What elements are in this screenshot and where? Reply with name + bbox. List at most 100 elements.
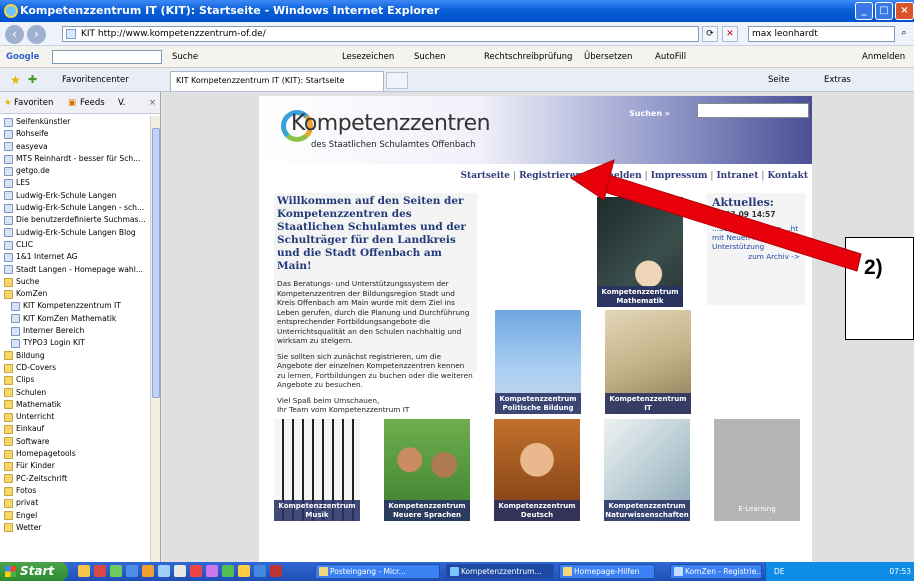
favorites-link[interactable]: LES <box>0 177 150 189</box>
quicklaunch-icon[interactable] <box>110 565 122 577</box>
page-menu[interactable]: Seite <box>768 68 790 92</box>
quicklaunch-icon[interactable] <box>142 565 154 577</box>
favorites-link[interactable]: easyeva <box>0 141 150 153</box>
google-find[interactable]: Suchen <box>414 46 445 68</box>
favorites-folder[interactable]: Clips <box>0 374 150 386</box>
sidebar-scrollbar[interactable] <box>150 116 160 562</box>
start-button[interactable]: Start <box>0 562 68 581</box>
favorites-center-label[interactable]: Favoritencenter <box>62 68 129 92</box>
favorites-link[interactable]: Rohseife <box>0 128 150 140</box>
quicklaunch-icon[interactable] <box>238 565 250 577</box>
favorites-link[interactable]: Stadt Langen - Homepage wahl... <box>0 264 150 276</box>
favorites-folder[interactable]: Einkauf <box>0 423 150 435</box>
taskbar-task-window[interactable]: KomZen - Registrie... <box>670 564 762 579</box>
tile-musik[interactable]: Kompetenzzentrum Musik <box>274 419 360 521</box>
nav-kontakt[interactable]: Kontakt <box>767 171 808 181</box>
taskbar-task-outlook[interactable]: Posteingang - Micr... <box>315 564 440 579</box>
search-input[interactable]: max leonhardt <box>748 26 895 42</box>
sidebar-tab-history[interactable]: V. <box>118 92 125 114</box>
site-search-input[interactable] <box>697 103 809 118</box>
favorites-folder[interactable]: Mathematik <box>0 399 150 411</box>
favorites-folder[interactable]: Schulen <box>0 387 150 399</box>
favorites-folder[interactable]: Fotos <box>0 485 150 497</box>
scrollbar-thumb[interactable] <box>152 128 160 398</box>
google-signin[interactable]: Anmelden <box>862 46 905 68</box>
star-icon[interactable]: ★ <box>10 68 21 92</box>
taskbar-task-folder[interactable]: Homepage-Hilfen <box>559 564 655 579</box>
news-text[interactable]: ...Schule in Hessen ...ht mit Neuen M...… <box>712 224 800 251</box>
favorites-folder[interactable]: Software <box>0 436 150 448</box>
minimize-button[interactable]: _ <box>855 2 873 20</box>
taskbar-task-ie[interactable]: Kompetenzzentrum... <box>446 564 554 579</box>
favorites-folder[interactable]: Unterricht <box>0 411 150 423</box>
favorites-link[interactable]: 1&1 Internet AG <box>0 251 150 263</box>
quicklaunch-icon[interactable] <box>78 565 90 577</box>
close-button[interactable]: × <box>895 2 914 20</box>
favorites-folder[interactable]: Wetter <box>0 522 150 534</box>
favorites-folder[interactable]: Für Kinder <box>0 460 150 472</box>
address-bar[interactable]: KIT http://www.kompetenzzentrum-of.de/ <box>62 26 699 42</box>
tile-naturwiss[interactable]: Kompetenzzentrum Naturwissenschaften <box>604 419 690 521</box>
quicklaunch-icon[interactable] <box>270 565 282 577</box>
stop-icon[interactable]: ✕ <box>722 26 738 42</box>
favorites-link[interactable]: Ludwig-Erk-Schule Langen Blog <box>0 227 150 239</box>
google-search-box[interactable] <box>52 50 162 64</box>
favorites-folder[interactable]: PC-Zeitschrift <box>0 473 150 485</box>
tile-deutsch[interactable]: Kompetenzzentrum Deutsch <box>494 419 580 521</box>
tab-active[interactable]: KIT Kompetenzzentrum IT (KIT): Startseit… <box>170 71 384 91</box>
google-bookmarks[interactable]: Lesezeichen <box>342 46 394 68</box>
site-logo-title[interactable]: Kompetenzzentren <box>291 111 491 136</box>
language-indicator[interactable]: DE <box>774 567 785 576</box>
google-autofill[interactable]: AutoFill <box>655 46 686 68</box>
favorites-folder[interactable]: CD-Covers <box>0 362 150 374</box>
tile-politik[interactable]: Kompetenzzentrum Politische Bildung <box>495 310 581 414</box>
quicklaunch-icon[interactable] <box>190 565 202 577</box>
new-tab-button[interactable] <box>386 72 408 89</box>
add-favorite-icon[interactable]: ✚ <box>28 68 37 92</box>
favorites-link[interactable]: KIT Kompetenzzentrum IT <box>0 300 150 312</box>
tile-sprachen[interactable]: Kompetenzzentrum Neuere Sprachen <box>384 419 470 521</box>
favorites-folder[interactable]: privat <box>0 497 150 509</box>
sidebar-tab-favorites[interactable]: Favoriten <box>14 92 53 114</box>
forward-button[interactable]: › <box>27 25 46 44</box>
google-translate[interactable]: Übersetzen <box>584 46 632 68</box>
tile-mathematik[interactable]: Kompetenzzentrum Mathematik <box>597 197 683 307</box>
nav-abmelden[interactable]: Abmelden <box>591 171 642 181</box>
favorites-link[interactable]: Die benutzerdefinierte Suchmas... <box>0 214 150 226</box>
close-sidebar-icon[interactable]: × <box>149 92 156 114</box>
google-suche[interactable]: Suche <box>172 46 198 68</box>
quicklaunch-icon[interactable] <box>94 565 106 577</box>
quicklaunch-icon[interactable] <box>174 565 186 577</box>
quicklaunch-icon[interactable] <box>254 565 266 577</box>
favorites-link[interactable]: Interner Bereich <box>0 325 150 337</box>
favorites-link[interactable]: KIT KomZen Mathematik <box>0 313 150 325</box>
search-icon[interactable]: ⌕ <box>896 26 912 42</box>
favorites-link[interactable]: Seifenkünstler <box>0 116 150 128</box>
nav-registrieren[interactable]: Registrieren <box>519 171 582 181</box>
favorites-link[interactable]: CLIC <box>0 239 150 251</box>
quicklaunch-icon[interactable] <box>206 565 218 577</box>
quicklaunch-icon[interactable] <box>126 565 138 577</box>
favorites-folder[interactable]: Bildung <box>0 350 150 362</box>
clock[interactable]: 07:53 <box>889 562 911 581</box>
favorites-folder[interactable]: Engel <box>0 510 150 522</box>
quicklaunch-icon[interactable] <box>222 565 234 577</box>
favorites-link[interactable]: TYPO3 Login KIT <box>0 337 150 349</box>
favorites-folder[interactable]: KomZen <box>0 288 150 300</box>
back-button[interactable]: ‹ <box>5 25 24 44</box>
quicklaunch-icon[interactable] <box>158 565 170 577</box>
favorites-link[interactable]: getgo.de <box>0 165 150 177</box>
refresh-icon[interactable]: ⟳ <box>702 26 718 42</box>
favorites-link[interactable]: MTS Reinhardt - besser für Sch... <box>0 153 150 165</box>
favorites-folder[interactable]: Homepagetools <box>0 448 150 460</box>
favorites-folder[interactable]: Suche <box>0 276 150 288</box>
sidebar-tab-feeds[interactable]: Feeds <box>80 92 105 114</box>
maximize-button[interactable]: □ <box>875 2 893 20</box>
favorites-link[interactable]: Ludwig-Erk-Schule Langen <box>0 190 150 202</box>
google-spellcheck[interactable]: Rechtschreibprüfung <box>484 46 572 68</box>
site-search-label[interactable]: Suchen » <box>629 109 670 118</box>
news-archive-link[interactable]: zum Archiv -> <box>712 252 800 261</box>
nav-impressum[interactable]: Impressum <box>651 171 708 181</box>
tile-it[interactable]: Kompetenzzentrum IT <box>605 310 691 414</box>
nav-intranet[interactable]: Intranet <box>716 171 758 181</box>
